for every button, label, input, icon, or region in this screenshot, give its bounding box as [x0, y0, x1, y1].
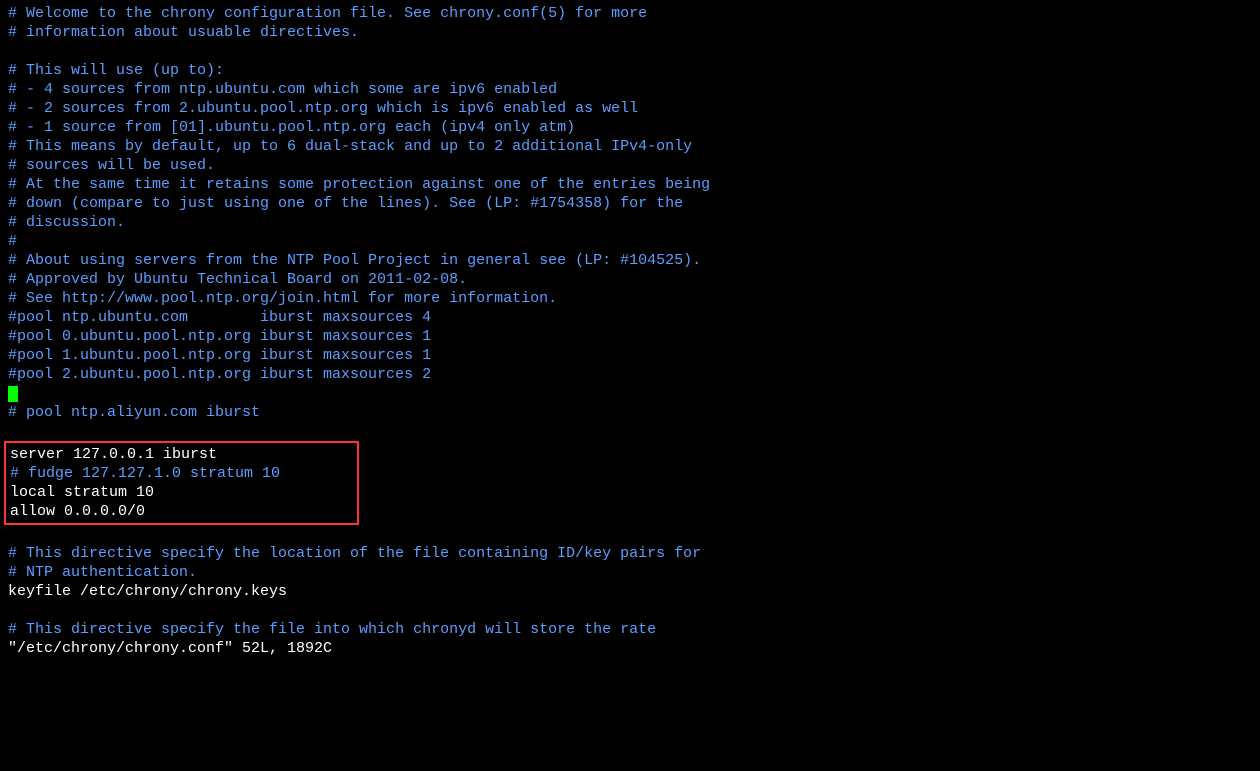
code-line: # This means by default, up to 6 dual-st…: [8, 137, 1252, 156]
code-line: # See http://www.pool.ntp.org/join.html …: [8, 289, 1252, 308]
file-content-before: # Welcome to the chrony configuration fi…: [8, 4, 1252, 441]
code-line: # pool ntp.aliyun.com iburst: [8, 403, 1252, 422]
code-line: [8, 384, 1252, 403]
code-line: [8, 525, 1252, 544]
code-line: # About using servers from the NTP Pool …: [8, 251, 1252, 270]
vim-status-line: "/etc/chrony/chrony.conf" 52L, 1892C: [8, 639, 1252, 658]
code-line: # sources will be used.: [8, 156, 1252, 175]
code-line: # - 1 source from [01].ubuntu.pool.ntp.o…: [8, 118, 1252, 137]
code-line: server 127.0.0.1 iburst: [10, 445, 353, 464]
code-line: #pool 2.ubuntu.pool.ntp.org iburst maxso…: [8, 365, 1252, 384]
code-line: # Welcome to the chrony configuration fi…: [8, 4, 1252, 23]
terminal-editor[interactable]: # Welcome to the chrony configuration fi…: [8, 4, 1252, 658]
code-line: # - 2 sources from 2.ubuntu.pool.ntp.org…: [8, 99, 1252, 118]
code-line: #: [8, 232, 1252, 251]
cursor: [8, 386, 18, 402]
code-line: # - 4 sources from ntp.ubuntu.com which …: [8, 80, 1252, 99]
code-line: # This directive specify the location of…: [8, 544, 1252, 563]
code-line: allow 0.0.0.0/0: [10, 502, 353, 521]
code-line: # NTP authentication.: [8, 563, 1252, 582]
code-line: # down (compare to just using one of the…: [8, 194, 1252, 213]
code-line: # At the same time it retains some prote…: [8, 175, 1252, 194]
code-line: [8, 42, 1252, 61]
highlighted-region: server 127.0.0.1 iburst# fudge 127.127.1…: [4, 441, 359, 525]
code-line: [8, 422, 1252, 441]
code-line: [8, 601, 1252, 620]
code-line: # This will use (up to):: [8, 61, 1252, 80]
code-line: # fudge 127.127.1.0 stratum 10: [10, 464, 353, 483]
code-line: # Approved by Ubuntu Technical Board on …: [8, 270, 1252, 289]
code-line: # This directive specify the file into w…: [8, 620, 1252, 639]
code-line: # information about usuable directives.: [8, 23, 1252, 42]
file-content-after: # This directive specify the location of…: [8, 525, 1252, 639]
code-line: keyfile /etc/chrony/chrony.keys: [8, 582, 1252, 601]
code-line: local stratum 10: [10, 483, 353, 502]
code-line: #pool 0.ubuntu.pool.ntp.org iburst maxso…: [8, 327, 1252, 346]
code-line: # discussion.: [8, 213, 1252, 232]
code-line: #pool ntp.ubuntu.com iburst maxsources 4: [8, 308, 1252, 327]
code-line: #pool 1.ubuntu.pool.ntp.org iburst maxso…: [8, 346, 1252, 365]
